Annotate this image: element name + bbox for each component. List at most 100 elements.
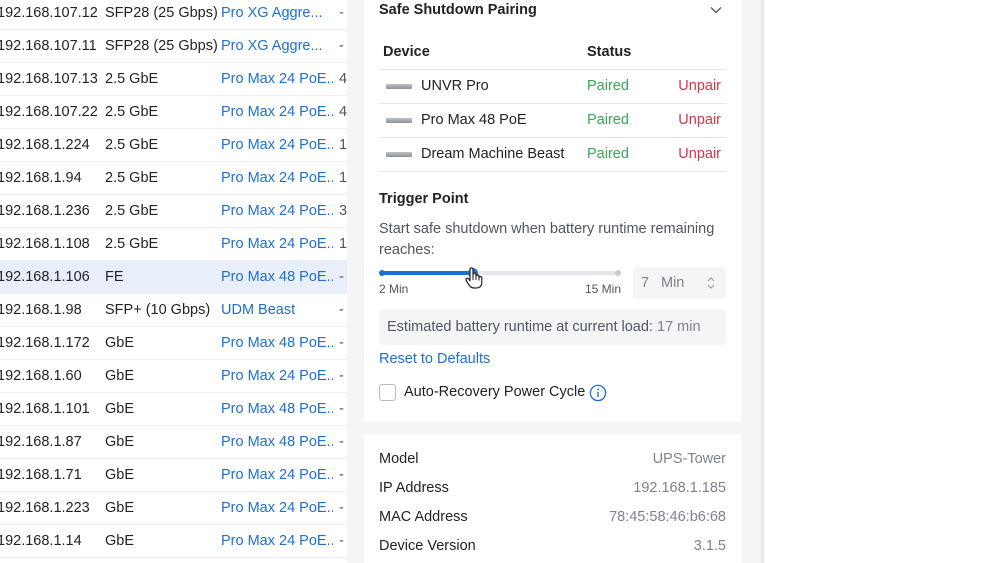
device-link[interactable]: Pro Max 48 PoE... [221,261,333,294]
device-link[interactable]: Pro Max 24 PoE... [221,525,333,558]
speed-cell: 2.5 GbE [105,170,159,186]
detail-key: Device Version [379,538,476,554]
device-thumbnail [386,84,412,89]
extra-cell: 4 [339,104,347,120]
speed-cell: 2.5 GbE [105,236,159,252]
runtime-slider[interactable] [379,264,621,289]
detail-value: 3.1.5 [693,538,726,554]
extra-cell: 1 [339,137,347,153]
estimate-label: Estimated battery runtime at current loa… [387,319,653,335]
extra-cell: - [339,38,344,54]
client-table: 192.168.107.12 SFP28 (25 Gbps) Pro XG Ag… [0,0,347,563]
ip-cell: 192.168.1.223 [0,500,90,516]
device-link[interactable]: Pro Max 24 PoE... [221,360,333,393]
table-row[interactable]: 192.168.107.13 2.5 GbE Pro Max 24 PoE...… [0,63,347,96]
extra-cell: 3 [339,203,347,219]
extra-cell: - [339,467,344,483]
table-row[interactable]: 192.168.1.87 GbE Pro Max 48 PoE... - [0,426,347,459]
chevron-down-icon[interactable] [710,4,722,16]
table-row[interactable]: 192.168.1.101 GbE Pro Max 48 PoE... - [0,393,347,426]
stepper-icon[interactable] [706,276,716,290]
column-header-status: Status [587,44,632,60]
extra-cell: - [339,401,344,417]
ip-cell: 192.168.1.98 [0,302,82,318]
device-link[interactable]: UDM Beast [221,294,333,327]
extra-cell: - [339,434,344,450]
runtime-value[interactable]: 7 [641,267,649,299]
device-link[interactable]: Pro Max 48 PoE... [221,327,333,360]
ip-cell: 192.168.1.172 [0,335,90,351]
slider-min-label: 2 Min [379,282,409,296]
table-row[interactable]: 192.168.1.14 GbE Pro Max 24 PoE... - [0,525,347,558]
table-row-selected[interactable]: 192.168.1.106 FE Pro Max 48 PoE... - [0,261,347,294]
unpair-button[interactable]: Unpair [678,70,721,103]
ip-cell: 192.168.107.22 [0,104,98,120]
extra-cell: - [339,269,344,285]
safe-shutdown-card: Safe Shutdown Pairing Device Status UNVR… [364,0,742,422]
table-row[interactable]: 192.168.1.236 2.5 GbE Pro Max 24 PoE... … [0,195,347,228]
device-thumbnail [386,152,412,157]
card-title: Safe Shutdown Pairing [379,2,537,18]
slider-start-dot [379,270,385,276]
ip-cell: 192.168.107.13 [0,71,98,87]
extra-cell: - [339,302,344,318]
speed-cell: 2.5 GbE [105,137,159,153]
status-badge: Paired [587,112,629,128]
ip-cell: 192.168.1.60 [0,368,82,384]
speed-cell: GbE [105,368,135,384]
device-link[interactable]: Pro Max 48 PoE... [221,393,333,426]
info-icon[interactable] [589,384,607,402]
device-link[interactable]: Pro Max 24 PoE... [221,162,333,195]
table-row[interactable]: 192.168.107.11 SFP28 (25 Gbps) Pro XG Ag… [0,30,347,63]
table-row[interactable]: 192.168.107.22 2.5 GbE Pro Max 24 PoE...… [0,96,347,129]
slider-fill [382,271,473,275]
table-row[interactable]: 192.168.1.224 2.5 GbE Pro Max 24 PoE... … [0,129,347,162]
table-row[interactable]: 192.168.107.12 SFP28 (25 Gbps) Pro XG Ag… [0,0,347,30]
device-link[interactable]: Pro XG Aggre... [221,0,333,30]
speed-cell: FE [105,269,124,285]
device-link[interactable]: Pro Max 24 PoE... [221,492,333,525]
table-row[interactable]: 192.168.1.223 GbE Pro Max 24 PoE... - [0,492,347,525]
device-link[interactable]: Pro Max 24 PoE... [221,96,333,129]
table-row[interactable]: 192.168.1.108 2.5 GbE Pro Max 24 PoE... … [0,228,347,261]
slider-end-dot [615,270,621,276]
device-link[interactable]: Pro Max 24 PoE... [221,195,333,228]
ip-cell: 192.168.1.236 [0,203,90,219]
unpair-button[interactable]: Unpair [678,104,721,137]
speed-cell: 2.5 GbE [105,71,159,87]
table-row[interactable]: 192.168.1.71 GbE Pro Max 24 PoE... - [0,459,347,492]
paired-device-row: UNVR Pro Paired Unpair [380,70,726,104]
speed-cell: GbE [105,335,135,351]
detail-key: Model [379,451,419,467]
runtime-unit: Min [661,275,685,291]
column-header-device: Device [383,44,430,60]
speed-cell: 2.5 GbE [105,203,159,219]
table-row[interactable]: 192.168.1.60 GbE Pro Max 24 PoE... - [0,360,347,393]
ip-cell: 192.168.107.12 [0,5,98,21]
device-link[interactable]: Pro XG Aggre... [221,30,333,63]
ip-cell: 192.168.1.87 [0,434,82,450]
device-name: UNVR Pro [421,78,489,94]
ip-cell: 192.168.1.106 [0,269,90,285]
speed-cell: SFP+ (10 Gbps) [105,302,211,318]
device-name: Pro Max 48 PoE [421,112,527,128]
extra-cell: - [339,5,344,21]
trigger-description: Start safe shutdown when battery runtime… [379,221,715,258]
table-row[interactable]: 192.168.1.94 2.5 GbE Pro Max 24 PoE... 1 [0,162,347,195]
reset-defaults-link[interactable]: Reset to Defaults [379,351,490,367]
speed-cell: GbE [105,434,135,450]
table-row[interactable]: 192.168.1.98 SFP+ (10 Gbps) UDM Beast - [0,294,347,327]
ip-cell: 192.168.1.14 [0,533,82,549]
device-link[interactable]: Pro Max 24 PoE... [221,228,333,261]
device-link[interactable]: Pro Max 24 PoE... [221,63,333,96]
unpair-button[interactable]: Unpair [678,138,721,171]
auto-recovery-label[interactable]: Auto-Recovery Power Cycle [404,384,585,400]
table-row[interactable]: 192.168.1.172 GbE Pro Max 48 PoE... - [0,327,347,360]
device-link[interactable]: Pro Max 24 PoE... [221,459,333,492]
device-link[interactable]: Pro Max 48 PoE... [221,426,333,459]
speed-cell: GbE [105,467,135,483]
device-thumbnail [386,118,412,123]
device-link[interactable]: Pro Max 24 PoE... [221,129,333,162]
runtime-number-input[interactable]: 7 Min [633,267,726,299]
auto-recovery-checkbox[interactable] [379,384,396,401]
